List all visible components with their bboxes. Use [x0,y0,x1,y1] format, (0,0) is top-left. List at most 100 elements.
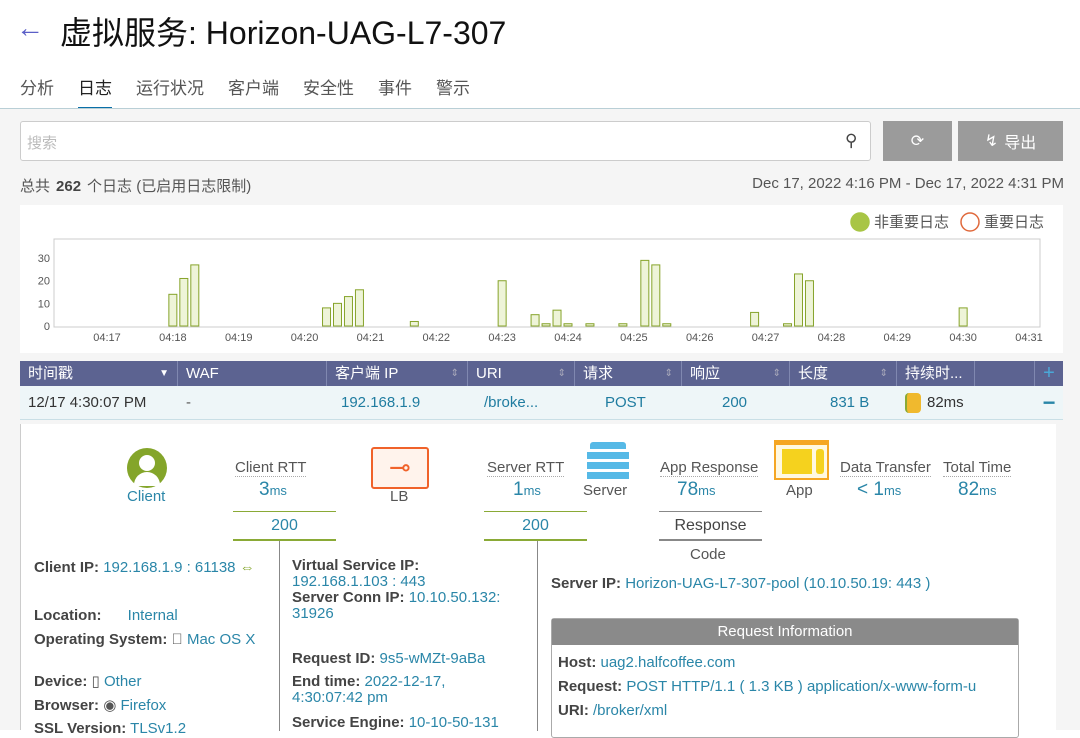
client-rtt-value: 3 [259,479,270,500]
device-field: Device: ▯ Other [34,673,142,690]
x-tick-label: 04:23 [488,332,516,344]
tab-bar: 分析 日志 运行状况 客户端 安全性 事件 警示 [20,74,470,110]
time-range[interactable]: Dec 17, 2022 4:16 PM - Dec 17, 2022 4:31… [752,175,1064,192]
histogram-bar [552,309,562,327]
cell-status: 200 [722,394,748,411]
histogram-bar [618,323,628,327]
load-balancer-icon: ⊸ [371,447,429,489]
col-uri[interactable]: URI ⇕ [468,361,575,386]
histogram-bar [783,323,793,327]
y-tick-label: 10 [38,298,50,310]
table-row[interactable]: 12/17 4:30:07 PM - 192.168.1.9 /broke...… [20,386,1063,420]
plot-frame [53,238,1041,328]
x-tick-label: 04:25 [620,332,648,344]
histogram-bar [640,259,650,327]
col-duration[interactable]: 持续时... [897,361,975,386]
col-timestamp[interactable]: 时间戳 ▼ [20,361,178,386]
download-icon: ↯ [984,133,999,150]
tab-clients[interactable]: 客户端 [228,74,279,110]
tab-logs[interactable]: 日志 [78,74,112,110]
y-tick-label: 0 [44,321,50,333]
cell-waf: - [186,394,191,411]
histogram-bar [651,264,661,327]
y-tick-label: 30 [38,253,50,265]
x-tick-label: 04:21 [357,332,385,344]
refresh-icon: ⟳ [910,133,925,150]
cell-uri[interactable]: /broke... [468,394,575,411]
legend-label: 非重要日志 [874,214,949,231]
col-client-ip[interactable]: 客户端 IP ⇕ [327,361,468,386]
histogram-bar [541,323,551,327]
add-column-icon[interactable]: + [1035,362,1063,385]
x-tick-label: 04:27 [752,332,780,344]
histogram-svg: 0 10 20 30 04:17 04:18 04:19 04:20 04:21 04:22 04:… [38,212,1044,344]
cell-method: POST [605,394,646,411]
request-id-field: Request ID: 9s5-wMZt-9aBa [292,650,486,667]
data-transfer-label: Data Transfer [840,459,931,477]
request-info-title: Request Information [552,619,1018,645]
cell-duration: 82ms [927,394,964,411]
search-input[interactable]: 搜索 [20,121,871,161]
back-arrow-icon[interactable]: ← [16,12,44,44]
server-pool-link[interactable]: Horizon-UAG-L7-307-pool [625,575,799,592]
legend-marker-icon [960,212,980,232]
total-prefix: 总共 [20,178,51,195]
app-icon [774,440,829,480]
col-request[interactable]: 请求 ⇕ [575,361,682,386]
col-waf[interactable]: WAF [178,361,327,386]
log-detail-panel: Client Client RTT 3ms ⊸ LB Server RTT 1m… [20,424,1056,738]
histogram-bar [322,307,332,327]
cell-client-ip[interactable]: 192.168.1.9 [327,394,468,411]
x-tick-label: 04:20 [291,332,319,344]
client-rtt-label: Client RTT [235,459,307,477]
app-response-value: 78 [677,479,699,500]
log-histogram: 0 10 20 30 04:17 04:18 04:19 04:20 04:21 04:22 04:… [20,205,1063,353]
client-response-code: 200 [233,511,336,541]
col-length[interactable]: 长度 ⇕ [790,361,897,386]
col-response[interactable]: 响应 ⇕ [682,361,790,386]
export-button[interactable]: ↯ 导出 [958,121,1063,161]
client-label: Client [127,488,166,505]
client-ip-field: Client IP: 192.168.1.9 : 61138 ⇔ [34,559,255,576]
server-label: Server [583,482,628,499]
histogram-bar [804,280,814,327]
apple-icon:  [172,631,183,648]
total-time-label: Total Time [943,459,1012,477]
collapse-row-icon[interactable]: − [1035,390,1063,416]
x-tick-label: 04:28 [818,332,846,344]
histogram-bar [497,280,507,327]
histogram-bar [409,320,419,327]
tab-events[interactable]: 事件 [378,74,412,110]
tab-security[interactable]: 安全性 [303,74,354,110]
histogram-bar [530,314,540,327]
location-field: Location: Internal [34,607,178,624]
legend-marker-icon [850,212,870,232]
refresh-button[interactable]: ⟳ [883,121,952,161]
x-tick-label: 04:26 [686,332,714,344]
tab-analytics[interactable]: 分析 [20,74,54,110]
histogram-bar [794,273,803,327]
histogram-bar [662,323,672,327]
histogram-bar [343,296,353,327]
end-time-field: End time: 2022-12-17, 4:30:07:42 pm [292,673,446,706]
total-count: 262 [56,178,82,195]
app-response-label: App Response [660,459,759,477]
histogram-bar [354,289,364,327]
server-rtt-label: Server RTT [487,459,565,477]
y-tick-label: 20 [38,276,50,288]
request-field: Request: POST HTTP/1.1 ( 1.3 KB ) applic… [558,678,977,695]
client-ip-value: 192.168.1.9 : 61138 [103,559,236,576]
tab-alerts[interactable]: 警示 [436,74,470,110]
search-icon[interactable]: ⚲ [845,131,857,151]
histogram-bar [190,264,200,327]
service-engine-field: Service Engine: 10-10-50-131 [292,714,499,731]
tab-health[interactable]: 运行状况 [136,74,204,110]
ssl-field: SSL Version: TLSv1.2 [34,720,187,737]
firefox-icon: ◉ [103,697,117,714]
mobile-device-icon: ▯ [91,673,100,690]
log-table: 时间戳 ▼ WAF 客户端 IP ⇕ URI ⇕ 请求 ⇕ 响应 ⇕ 长度 ⇕ 持续时...… [20,361,1063,420]
browser-field: Browser: ◉ Firefox [34,697,167,714]
x-tick-label: 04:22 [423,332,451,344]
export-label: 导出 [1004,135,1037,152]
duration-indicator-icon [905,392,921,413]
